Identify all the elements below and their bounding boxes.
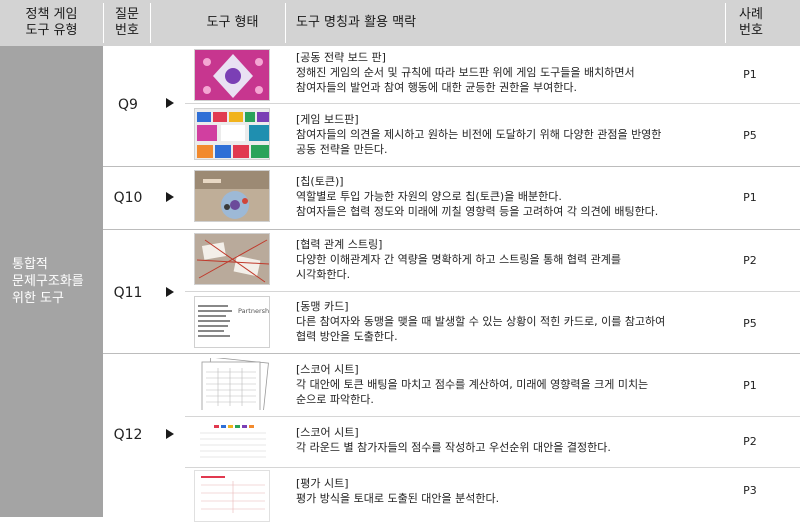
score-sheet-image bbox=[194, 358, 270, 410]
row-divider bbox=[185, 467, 800, 468]
tool-description: [공동 전략 보드 판] 정해진 게임의 순서 및 규칙에 따라 보드판 위에 … bbox=[296, 51, 635, 94]
question-number: Q9 bbox=[118, 97, 138, 113]
alliance-card-image: Partnership bbox=[194, 296, 270, 348]
play-arrow-icon bbox=[166, 98, 174, 108]
header-divider bbox=[285, 3, 286, 43]
header-case: 사례 번호 bbox=[739, 7, 763, 38]
play-arrow-icon bbox=[166, 287, 174, 297]
score-grid-image bbox=[194, 419, 270, 471]
case-number: P5 bbox=[743, 317, 757, 330]
case-number: P3 bbox=[743, 484, 757, 497]
tool-table: 정책 게임 도구 유형 질문 번호 도구 형태 도구 명칭과 활용 맥락 사례 … bbox=[0, 0, 800, 522]
header-divider bbox=[150, 3, 151, 43]
group-divider bbox=[103, 166, 800, 167]
question-number: Q11 bbox=[113, 285, 143, 301]
evaluation-sheet-image bbox=[194, 470, 270, 522]
row-divider bbox=[185, 103, 800, 104]
collaboration-string-image bbox=[194, 233, 270, 285]
case-number: P1 bbox=[743, 379, 757, 392]
tool-description: [평가 시트] 평가 방식을 토대로 도출된 대안을 분석한다. bbox=[296, 477, 500, 505]
header-question: 질문 번호 bbox=[115, 7, 139, 38]
case-number: P5 bbox=[743, 129, 757, 142]
row-divider bbox=[185, 416, 800, 417]
case-number: P2 bbox=[743, 254, 757, 267]
group-divider bbox=[103, 353, 800, 354]
row-divider bbox=[185, 291, 800, 292]
tool-description: [스코어 시트] 각 대안에 토큰 배팅을 마치고 점수를 계산하여, 미래에 … bbox=[296, 363, 649, 406]
game-board-image bbox=[194, 108, 270, 160]
category-label: 통합적 문제구조화를 위한 도구 bbox=[12, 257, 84, 306]
question-number: Q10 bbox=[113, 190, 143, 206]
case-number: P1 bbox=[743, 68, 757, 81]
tool-description: [칩(토큰)] 역할별로 투입 가능한 자원의 양으로 칩(토큰)을 배분한다.… bbox=[296, 175, 659, 218]
header-form: 도구 형태 bbox=[206, 15, 259, 30]
tool-description: [게임 보드판] 참여자들의 의견을 제시하고 원하는 비전에 도달하기 위해 … bbox=[296, 113, 662, 156]
strategy-board-image bbox=[194, 49, 270, 101]
play-arrow-icon bbox=[166, 192, 174, 202]
case-number: P2 bbox=[743, 435, 757, 448]
play-arrow-icon bbox=[166, 429, 174, 439]
tool-description: [스코어 시트] 각 라운드 별 참가자들의 점수를 작성하고 우선순위 대안을… bbox=[296, 426, 611, 454]
card-label: Partnership bbox=[238, 307, 270, 315]
question-number: Q12 bbox=[113, 427, 143, 443]
group-divider bbox=[103, 229, 800, 230]
chip-token-image bbox=[194, 170, 270, 222]
tool-description: [동맹 카드] 다른 참여자와 동맹을 맺을 때 발생할 수 있는 상황이 적힌… bbox=[296, 300, 666, 343]
tool-description: [협력 관계 스트링] 다양한 이해관계자 간 역량을 명확하게 하고 스트링을… bbox=[296, 238, 621, 281]
category-cell: 통합적 문제구조화를 위한 도구 bbox=[0, 46, 103, 517]
header-type: 정책 게임 도구 유형 bbox=[25, 7, 78, 38]
case-number: P1 bbox=[743, 191, 757, 204]
header-name: 도구 명칭과 활용 맥락 bbox=[296, 15, 417, 30]
